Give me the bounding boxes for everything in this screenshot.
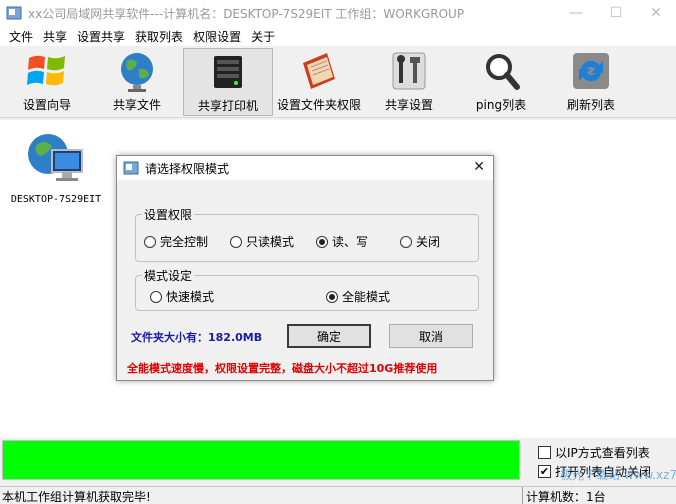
progress-bar [2,440,520,480]
tools-icon [392,52,426,90]
cancel-button[interactable]: 取消 [389,324,473,348]
dialog-close-button[interactable]: ✕ [473,159,485,175]
toolbar-label: ping列表 [475,98,527,112]
computer-count: 计算机数：1台 [526,490,606,504]
window-title: xx公司局域网共享软件---计算机名：DESKTOP-7S29EIT 工作组：W… [28,6,465,21]
radio-circle[interactable] [326,290,338,303]
toolbar-label: 刷新列表 [566,98,615,112]
setup-wizard-button[interactable]: 设置向导 [14,48,80,116]
network-computer-icon [28,134,83,181]
radio-read-write[interactable]: 读、写 [316,233,368,250]
folder-permissions-button[interactable]: 设置文件夹权限 [276,48,362,116]
permission-mode-dialog: 请选择权限模式 ✕ 设置权限 完全控制 只读模式 读、写 关闭 模式设定 快速模… [116,155,494,381]
magnifier-icon [486,54,520,90]
windows-logo-icon [27,55,65,86]
radio-fast-mode[interactable]: 快速模式 [150,288,214,305]
share-settings-button[interactable]: 共享设置 [376,48,442,116]
share-files-button[interactable]: 共享文件 [104,48,170,116]
globe-icon [121,53,153,92]
menu-bar: 文件 共享 设置共享 获取列表 权限设置 关于 [0,26,676,46]
menu-about[interactable]: 关于 [246,28,280,45]
radio-circle[interactable] [230,235,242,248]
dialog-title-bar: 请选择权限模式 ✕ [117,156,493,180]
radio-full-mode[interactable]: 全能模式 [326,288,390,305]
radio-label: 读、写 [332,235,369,249]
radio-full-control[interactable]: 完全控制 [144,233,208,250]
watermark: 极光下载站 www.xz7.com [560,468,676,482]
app-icon [123,161,139,175]
minimize-button[interactable]: — [556,0,596,26]
radio-circle[interactable] [400,235,412,248]
menu-permissions[interactable]: 权限设置 [188,28,246,45]
folder-book-icon [303,53,335,89]
radio-label: 全能模式 [342,290,391,304]
close-button[interactable]: ✕ [636,0,676,26]
mode-group: 模式设定 快速模式 全能模式 [135,267,479,311]
menu-set-share[interactable]: 设置共享 [72,28,130,45]
computer-name: DESKTOP-7S29EIT [10,194,102,205]
toolbar-label: 设置文件夹权限 [276,98,361,112]
ok-button[interactable]: 确定 [287,324,371,348]
radio-circle[interactable] [316,235,328,248]
checkbox-box[interactable] [538,446,551,459]
toolbar-label: 设置向导 [22,98,71,112]
status-bar: 本机工作组计算机获取完毕! 计算机数：1台 [0,486,676,504]
radio-label: 完全控制 [160,235,209,249]
warning-text: 全能模式速度慢，权限设置完整，磁盘大小不超过10G推荐使用 [127,362,438,375]
ip-view-checkbox[interactable]: 以IP方式查看列表 [538,444,650,461]
checkbox-box[interactable]: ✔ [538,465,551,478]
radio-off[interactable]: 关闭 [400,233,440,250]
status-message: 本机工作组计算机获取完毕! [2,490,151,504]
radio-label: 快速模式 [166,290,215,304]
radio-circle[interactable] [144,235,156,248]
group-legend: 设置权限 [142,206,195,223]
toolbar-label: 共享打印机 [197,99,258,113]
toolbar-label: 共享设置 [384,98,433,112]
menu-get-list[interactable]: 获取列表 [130,28,188,45]
toolbar-label: 共享文件 [112,98,161,112]
radio-circle[interactable] [150,290,162,303]
refresh-icon [573,53,609,89]
status-divider [522,487,523,504]
group-legend: 模式设定 [142,267,195,284]
menu-file[interactable]: 文件 [4,28,38,45]
app-icon [6,6,22,20]
ping-list-button[interactable]: ping列表 [468,48,534,116]
radio-label: 关闭 [416,235,441,249]
title-bar: xx公司局域网共享软件---计算机名：DESKTOP-7S29EIT 工作组：W… [0,0,676,26]
menu-share[interactable]: 共享 [38,28,72,45]
radio-read-only[interactable]: 只读模式 [230,233,294,250]
share-printer-button[interactable]: 共享打印机 [183,48,273,116]
refresh-list-button[interactable]: 刷新列表 [558,48,624,116]
maximize-button[interactable]: ☐ [596,0,636,26]
permission-group: 设置权限 完全控制 只读模式 读、写 关闭 [135,206,479,262]
list-item[interactable]: DESKTOP-7S29EIT [8,128,104,205]
folder-size-label: 文件夹大小有：182.0MB [131,331,263,344]
toolbar: 设置向导 共享文件 共享打印机 设置文件夹权限 共享设置 ping列表 刷新列表 [0,46,676,118]
server-printer-icon [214,56,242,88]
dialog-title: 请选择权限模式 [145,161,230,176]
checkbox-label: 以IP方式查看列表 [555,446,650,460]
radio-label: 只读模式 [246,235,295,249]
